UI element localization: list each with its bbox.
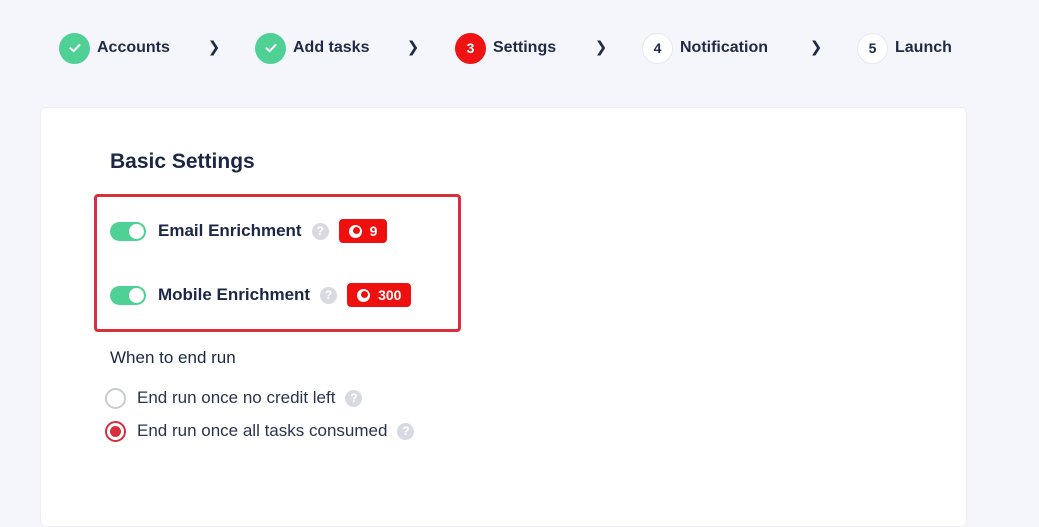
email-enrichment-label: Email Enrichment [158,221,302,240]
help-icon[interactable]: ? [311,222,329,240]
mobile-enrichment-toggle[interactable] [110,285,146,305]
step-label: Accounts [97,39,170,56]
chevron-right-icon: ❯ [406,39,420,56]
credit-badge: 300 [347,283,412,307]
email-enrichment-row: Email Enrichment ? 9 [110,219,388,243]
step-label: Settings [493,39,557,56]
step-settings[interactable]: 3 Settings [455,32,556,64]
radio-label: End run once no credit left [137,388,336,407]
help-icon[interactable]: ? [397,422,415,440]
end-run-no-credit-option[interactable]: End run once no credit left ? [105,386,363,410]
step-add-tasks[interactable]: Add tasks [255,32,369,64]
step-number: 3 [455,32,486,64]
step-accounts[interactable]: Accounts [59,32,170,64]
mobile-enrichment-label: Mobile Enrichment [158,285,311,304]
email-enrichment-toggle[interactable] [110,221,146,241]
step-launch[interactable]: 5 Launch [857,32,952,64]
radio-button[interactable] [105,420,126,442]
check-icon [255,32,286,64]
credit-count: 9 [369,223,378,239]
end-run-label: When to end run [110,348,236,367]
mobile-enrichment-row: Mobile Enrichment ? 300 [110,283,412,307]
check-icon [59,32,90,64]
radio-button[interactable] [105,387,126,409]
chevron-right-icon: ❯ [207,39,221,56]
settings-card: Basic Settings Email Enrichment ? 9 Mobi… [40,107,967,527]
step-label: Add tasks [293,39,370,56]
step-label: Launch [895,39,952,56]
help-icon[interactable]: ? [345,389,363,407]
help-icon[interactable]: ? [320,286,338,304]
chevron-right-icon: ❯ [809,39,823,56]
step-number: 5 [857,32,888,64]
credit-coin-icon [348,224,362,238]
step-number: 4 [642,32,673,64]
chevron-right-icon: ❯ [594,39,608,56]
step-label: Notification [680,39,768,56]
credit-count: 300 [378,287,402,303]
step-notification[interactable]: 4 Notification [642,32,768,64]
credit-badge: 9 [338,219,388,243]
progress-stepper: Accounts ❯ Add tasks ❯ 3 Settings ❯ 4 No… [0,0,1039,96]
toggle-knob [129,223,144,239]
section-title: Basic Settings [110,150,255,173]
radio-label: End run once all tasks consumed [137,421,388,440]
toggle-knob [129,287,144,303]
highlight-box [94,194,461,332]
end-run-tasks-consumed-option[interactable]: End run once all tasks consumed ? [105,419,415,443]
credit-coin-icon [357,288,371,302]
